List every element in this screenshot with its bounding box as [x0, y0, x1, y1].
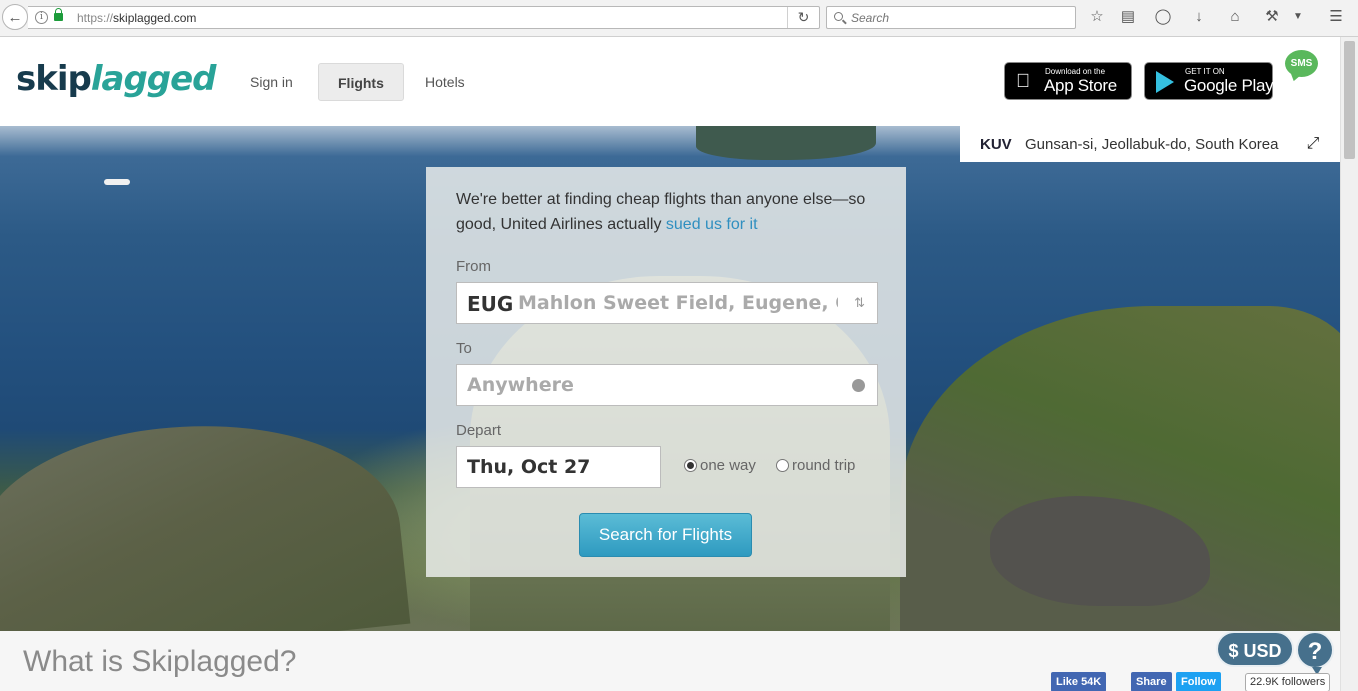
depart-date-value: Thu, Oct 27: [467, 456, 591, 478]
nav-hotels[interactable]: Hotels: [406, 63, 484, 101]
download-icon[interactable]: ↓: [1189, 7, 1209, 27]
sms-button[interactable]: SMS: [1285, 50, 1318, 77]
tools-icon[interactable]: ⚒: [1262, 7, 1282, 27]
one-way-radio[interactable]: one way: [684, 457, 756, 474]
to-placeholder: Anywhere: [467, 374, 574, 396]
hero-boat: [104, 179, 130, 185]
skiplagged-logo[interactable]: skiplagged: [16, 59, 217, 99]
facebook-share-button[interactable]: Share: [1131, 672, 1172, 691]
radio-unselected-icon: [776, 459, 789, 472]
what-is-skiplagged-heading: What is Skiplagged?: [23, 645, 297, 678]
to-label: To: [456, 340, 472, 357]
url-text[interactable]: https://skiplagged.com: [77, 11, 196, 25]
app-store-big-text: App Store: [1044, 76, 1117, 95]
tagline-text: We're better at finding cheap flights th…: [456, 191, 866, 233]
google-play-badge[interactable]: GET IT ON Google Play: [1144, 62, 1274, 100]
browser-toolbar: ← i https://skiplagged.com ↻ ☆ ▤ ◯ ↓ ⌂ ⚒…: [0, 0, 1358, 37]
hero-island: [696, 126, 876, 160]
logo-lagged: lagged: [90, 59, 217, 99]
url-scheme: https://: [77, 11, 114, 25]
browser-search-input[interactable]: [851, 9, 1061, 26]
from-label: From: [456, 258, 491, 275]
browser-search-box[interactable]: [826, 6, 1076, 29]
search-flights-button[interactable]: Search for Flights: [579, 513, 752, 557]
hero-cliff-left: [0, 404, 411, 631]
logo-skip: skip: [16, 59, 92, 99]
scrollbar-thumb[interactable]: [1344, 41, 1355, 159]
search-icon: [834, 12, 843, 21]
twitter-follow-button[interactable]: Follow: [1176, 672, 1221, 691]
location-code: KUV: [980, 136, 1012, 153]
tagline: We're better at finding cheap flights th…: [456, 187, 886, 237]
sued-link[interactable]: sued us for it: [666, 216, 758, 233]
expand-icon[interactable]: ⤢: [1304, 135, 1322, 153]
depart-label: Depart: [456, 422, 502, 439]
pocket-icon[interactable]: ◯: [1153, 7, 1173, 27]
round-trip-label: round trip: [792, 457, 856, 474]
google-play-big-text: Google Play: [1184, 76, 1274, 95]
apple-icon: : [1016, 71, 1030, 93]
flight-search-card: We're better at finding cheap flights th…: [426, 167, 906, 577]
from-code: EUG: [467, 292, 514, 316]
round-trip-radio[interactable]: round trip: [776, 457, 855, 474]
location-name: Gunsan-si, Jeollabuk-do, South Korea: [1025, 136, 1279, 153]
depart-date-field[interactable]: Thu, Oct 27: [456, 446, 661, 488]
menu-icon[interactable]: ☰: [1326, 7, 1346, 27]
currency-button[interactable]: $ USD: [1216, 631, 1294, 667]
facebook-like-button[interactable]: Like 54K: [1051, 672, 1107, 691]
location-banner: KUV Gunsan-si, Jeollabuk-do, South Korea…: [960, 126, 1340, 162]
from-field[interactable]: EUG Mahlon Sweet Field, Eugene, OR ⇅: [456, 282, 878, 324]
one-way-label: one way: [700, 457, 756, 474]
back-arrow-icon[interactable]: ←: [2, 4, 28, 30]
url-host: skiplagged.com: [113, 11, 197, 25]
info-icon[interactable]: i: [35, 11, 48, 24]
globe-icon[interactable]: [852, 379, 865, 392]
app-store-badge[interactable]:  Download on the App Store: [1004, 62, 1132, 100]
twitter-followers-count: 22.9K followers: [1245, 673, 1331, 691]
to-field[interactable]: Anywhere: [456, 364, 878, 406]
dropdown-arrow-icon[interactable]: ▼: [1288, 7, 1308, 27]
radio-selected-icon: [684, 459, 697, 472]
lock-icon[interactable]: [54, 8, 63, 21]
nav-sign-in[interactable]: Sign in: [231, 63, 312, 101]
swap-icon[interactable]: ⇅: [854, 295, 865, 311]
from-airport-name: Mahlon Sweet Field, Eugene, OR: [518, 292, 838, 314]
nav-flights[interactable]: Flights: [318, 63, 404, 101]
reading-list-icon[interactable]: ▤: [1118, 7, 1138, 27]
play-icon: [1156, 71, 1174, 93]
reload-icon[interactable]: ↻: [787, 7, 819, 28]
home-icon[interactable]: ⌂: [1225, 7, 1245, 27]
site-header: skiplagged Sign in Flights Hotels  Down…: [0, 37, 1340, 126]
bookmark-star-icon[interactable]: ☆: [1087, 7, 1107, 27]
google-play-small-text: GET IT ON: [1185, 67, 1225, 76]
page-scrollbar[interactable]: [1340, 37, 1358, 691]
app-store-small-text: Download on the: [1045, 67, 1106, 76]
address-bar[interactable]: i https://skiplagged.com ↻: [28, 6, 820, 29]
help-button[interactable]: ?: [1296, 631, 1334, 675]
